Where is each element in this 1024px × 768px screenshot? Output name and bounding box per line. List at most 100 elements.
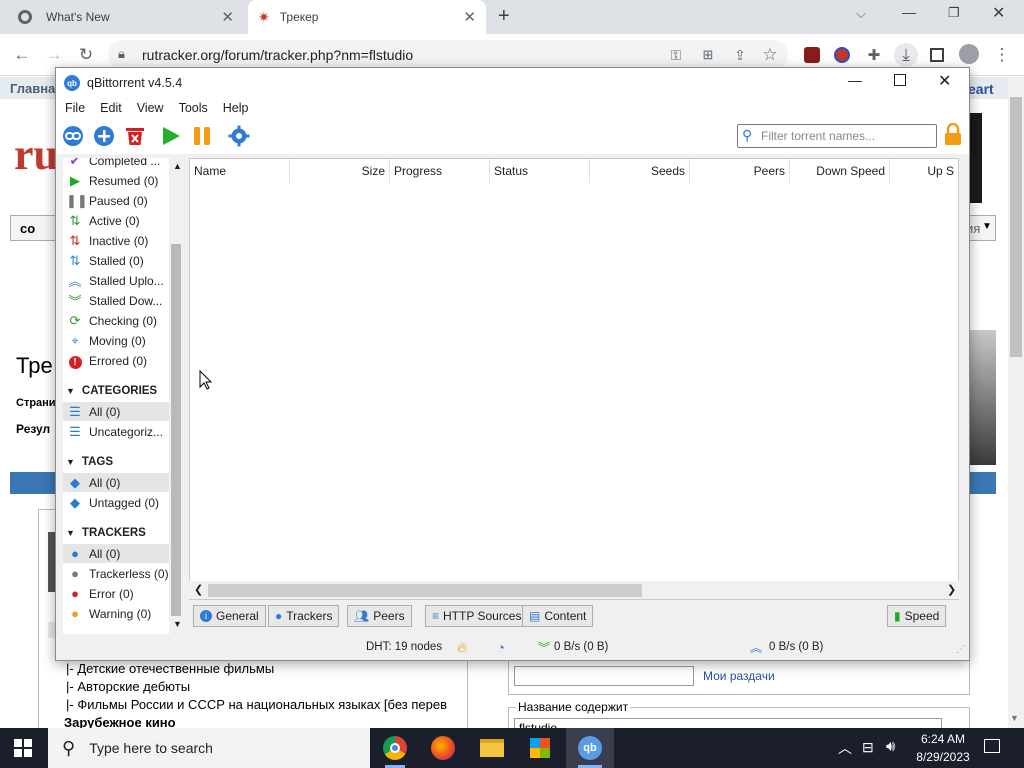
sidebar-scrollbar-thumb[interactable] xyxy=(171,244,181,616)
scroll-down-arrow-icon[interactable]: ▼ xyxy=(1010,713,1019,723)
share-icon[interactable]: ⇪ xyxy=(728,43,752,67)
reload-icon[interactable]: ↻ xyxy=(74,43,98,67)
upload-speed-status[interactable]: 0 B/s (0 B) xyxy=(769,641,823,653)
browser-close-button[interactable]: ✕ xyxy=(992,3,1005,23)
scroll-down-arrow-icon[interactable]: ▼ xyxy=(173,619,182,629)
browser-minimize-button[interactable]: — xyxy=(902,4,916,20)
lock-icon[interactable]: 🔒︎ xyxy=(118,46,125,62)
col-seeds[interactable]: Seeds xyxy=(590,159,690,183)
tab-speed[interactable]: ▮ Speed xyxy=(887,605,947,627)
trackers-header[interactable]: ▼ TRACKERS xyxy=(66,527,146,539)
filter-moving[interactable]: ⌖ Moving (0) xyxy=(63,331,183,350)
scroll-right-arrow-icon[interactable]: ❯ xyxy=(947,583,956,596)
profile-avatar[interactable] xyxy=(959,44,979,64)
tracker-all[interactable]: ● All (0) xyxy=(63,544,183,563)
filter-completed[interactable]: ✔ Completed ... xyxy=(63,158,183,170)
filter-checking[interactable]: ⟳ Checking (0) xyxy=(63,311,183,330)
site-logo[interactable]: ru xyxy=(14,129,58,180)
clock-date[interactable]: 8/29/2023 xyxy=(910,750,976,764)
add-torrent-file-button[interactable] xyxy=(92,124,116,148)
qbt-close-button[interactable]: ✕ xyxy=(938,71,951,91)
user-field[interactable] xyxy=(514,666,694,686)
lock-ui-button[interactable] xyxy=(943,122,963,147)
scroll-up-arrow-icon[interactable]: ▲ xyxy=(173,161,182,171)
taskbar-search-box[interactable]: ⚲ Type here to search xyxy=(48,728,370,768)
clock-time[interactable]: 6:24 AM xyxy=(912,732,974,746)
tab-trackers[interactable]: ● Trackers xyxy=(268,605,340,627)
tag-all[interactable]: ◆ All (0) xyxy=(63,473,183,492)
menu-kebab-icon[interactable]: ⋮ xyxy=(990,43,1014,67)
side-panel-icon[interactable] xyxy=(930,48,944,62)
extension-shield-icon[interactable] xyxy=(834,47,850,63)
browser-tab-whats-new[interactable]: What's New ✕ xyxy=(8,0,244,34)
taskbar-chrome[interactable] xyxy=(371,728,419,768)
download-icon[interactable]: ⤓ xyxy=(894,43,918,67)
extension-ublock-icon[interactable] xyxy=(804,47,820,63)
col-up-speed[interactable]: Up S xyxy=(890,159,958,183)
bookmark-star-icon[interactable]: ☆ xyxy=(758,43,782,67)
site-nav-home[interactable]: Главна xyxy=(10,81,55,96)
forum-list-item[interactable]: |- Фильмы России и СССР на национальных … xyxy=(66,697,456,712)
torrent-list-table[interactable]: Name Size Progress Status Seeds Peers Do… xyxy=(189,158,959,600)
extensions-puzzle-icon[interactable]: ✚ xyxy=(862,43,886,67)
resize-grip-icon[interactable]: ⋰ xyxy=(956,644,966,655)
tab-content[interactable]: ▤ Content xyxy=(522,605,594,627)
taskbar-store[interactable] xyxy=(516,728,564,768)
filter-inactive[interactable]: ⇅ Inactive (0) xyxy=(63,231,183,250)
network-icon[interactable]: ⊟ xyxy=(862,739,874,756)
category-uncategorized[interactable]: ☰ Uncategoriz... xyxy=(63,422,183,441)
menu-file[interactable]: File xyxy=(56,101,91,115)
close-tab-icon[interactable]: ✕ xyxy=(463,8,476,26)
taskbar-qbittorrent[interactable]: qb xyxy=(566,728,614,768)
notifications-icon[interactable] xyxy=(984,739,1000,753)
options-button[interactable] xyxy=(227,124,251,148)
add-torrent-link-button[interactable] xyxy=(61,124,85,148)
browser-restore-button[interactable]: ❐ xyxy=(948,5,960,21)
filter-paused[interactable]: ❚❚ Paused (0) xyxy=(63,191,183,210)
filter-stalled-downloading[interactable]: ︾ Stalled Dow... xyxy=(63,291,183,310)
back-arrow-icon[interactable]: ← xyxy=(10,43,34,67)
key-icon[interactable]: ⚿ xyxy=(664,43,688,67)
col-name[interactable]: Name xyxy=(190,159,290,183)
connection-status-icon[interactable]: ◔ xyxy=(497,640,505,655)
volume-icon[interactable]: 🔊︎ xyxy=(886,738,895,755)
menu-view[interactable]: View xyxy=(128,101,170,115)
col-size[interactable]: Size xyxy=(290,159,390,183)
browser-tab-tracker[interactable]: ✷ Трекер ✕ xyxy=(248,0,486,34)
tag-untagged[interactable]: ◆ Untagged (0) xyxy=(63,493,183,512)
filter-active[interactable]: ⇅ Active (0) xyxy=(63,211,183,230)
new-tab-button[interactable]: + xyxy=(498,5,510,28)
filter-stalled[interactable]: ⇅ Stalled (0) xyxy=(63,251,183,270)
col-status[interactable]: Status xyxy=(490,159,590,183)
menu-edit[interactable]: Edit xyxy=(91,101,128,115)
tray-chevron-up-icon[interactable]: ︿ xyxy=(838,738,852,758)
delete-torrent-button[interactable] xyxy=(123,124,147,148)
windows-start-button[interactable] xyxy=(14,739,32,760)
tab-general[interactable]: i General xyxy=(193,605,266,627)
tags-header[interactable]: ▼ TAGS xyxy=(66,456,113,468)
filter-resumed[interactable]: ▶ Resumed (0) xyxy=(63,171,183,190)
tracker-error[interactable]: ● Error (0) xyxy=(63,584,183,603)
pause-button[interactable] xyxy=(190,124,214,148)
menu-tools[interactable]: Tools xyxy=(170,101,214,115)
site-nav-link[interactable]: eart xyxy=(968,81,994,97)
filter-stalled-uploading[interactable]: ︽ Stalled Uplo... xyxy=(63,271,183,290)
category-all[interactable]: ☰ All (0) xyxy=(63,402,183,421)
tracker-warning[interactable]: ● Warning (0) xyxy=(63,604,183,623)
categories-header[interactable]: ▼ CATEGORIES xyxy=(66,385,157,397)
tracker-trackerless[interactable]: ● Trackerless (0) xyxy=(63,564,183,583)
forum-list-item[interactable]: |- Детские отечественные фильмы xyxy=(66,661,274,676)
tab-http-sources[interactable]: ≡ HTTP Sources xyxy=(425,605,529,627)
forward-arrow-icon[interactable]: → xyxy=(42,43,66,67)
col-progress[interactable]: Progress xyxy=(390,159,490,183)
download-speed-status[interactable]: 0 B/s (0 B) xyxy=(554,641,608,653)
scroll-left-arrow-icon[interactable]: ❮ xyxy=(194,583,203,596)
menu-help[interactable]: Help xyxy=(214,101,255,115)
tab-search-chevron-icon[interactable]: ⌵ xyxy=(856,6,866,22)
page-scrollbar-thumb[interactable] xyxy=(1010,97,1022,357)
qbt-maximize-button[interactable] xyxy=(894,74,906,86)
taskbar-file-explorer[interactable] xyxy=(468,728,516,768)
qbt-minimize-button[interactable]: — xyxy=(848,72,862,88)
content-name-input[interactable]: flstudio xyxy=(514,718,942,728)
resume-button[interactable] xyxy=(159,124,183,148)
